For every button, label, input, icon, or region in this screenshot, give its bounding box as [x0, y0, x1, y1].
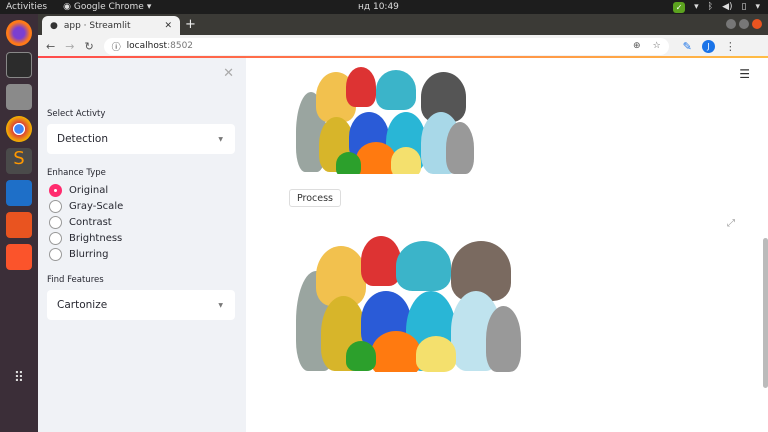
software-icon[interactable] [6, 212, 32, 238]
terminal-icon[interactable] [6, 52, 32, 78]
main-content: ☰ Process ⤢ [246, 58, 768, 432]
process-button[interactable]: Process [289, 189, 341, 207]
sidebar: ✕ Select Activty Detection ▼ Enhance Type… [38, 58, 246, 432]
browser-chrome: ● app · Streamlit ✕ + ← → ↻ ⓘ localhost:8502 ⊕… [38, 14, 768, 57]
select-value: Detection [57, 133, 108, 145]
volume-icon: ◀) [722, 2, 732, 12]
cartonized-image [291, 226, 521, 372]
find-features-dropdown[interactable]: Cartonize ▼ [47, 290, 235, 320]
radio-brightness[interactable]: Brightness [49, 230, 123, 246]
radio-gray-scale[interactable]: Gray-Scale [49, 199, 123, 215]
minimize-button[interactable] [726, 19, 736, 29]
check-icon: ✓ [673, 2, 685, 13]
dock: S ⠿ [0, 14, 38, 432]
tab-app[interactable]: ● app · Streamlit ✕ [42, 16, 180, 36]
maximize-button[interactable] [739, 19, 749, 29]
enhance-type-radio-group: Original Gray-Scale Contrast Brightness … [49, 183, 123, 262]
radio-original[interactable]: Original [49, 183, 123, 199]
extension-icon[interactable]: ✎ [683, 40, 692, 53]
radio-label: Original [69, 185, 108, 196]
system-tray[interactable]: ✓ ▾ ᛒ ◀) ▯ ▾ [673, 2, 760, 13]
apps-grid-icon[interactable]: ⠿ [6, 370, 32, 396]
clock[interactable]: нд 10:49 [358, 2, 399, 12]
select-activity-dropdown[interactable]: Detection ▼ [47, 124, 235, 154]
radio-label: Brightness [69, 233, 122, 244]
tab-title: app · Streamlit [64, 21, 131, 31]
battery-icon: ▯ [742, 2, 747, 12]
radio-button[interactable] [49, 200, 62, 213]
radio-blurring[interactable]: Blurring [49, 246, 123, 262]
url-host: localhost [127, 41, 167, 51]
chevron-down-icon: ▾ [755, 2, 760, 12]
caret-down-icon: ▼ [218, 302, 223, 309]
star-icon[interactable]: ☆ [653, 41, 661, 51]
radio-button[interactable] [49, 216, 62, 229]
address-bar[interactable]: ⓘ localhost:8502 ⊕ ☆ [104, 38, 669, 55]
brave-icon[interactable] [6, 244, 32, 270]
new-tab-button[interactable]: + [185, 17, 196, 32]
os-top-bar: Activities ◉Google Chrome▾ нд 10:49 ✓▾ᛒ◀… [0, 0, 768, 14]
chrome-icon: ◉ [63, 2, 71, 12]
enhance-type-label: Enhance Type [47, 168, 106, 178]
bluetooth-icon: ᛒ [708, 2, 713, 12]
find-features-label: Find Features [47, 275, 104, 285]
close-tab-icon[interactable]: ✕ [164, 21, 172, 31]
radio-button[interactable] [49, 232, 62, 245]
chrome-icon[interactable] [6, 116, 32, 142]
files-icon[interactable] [6, 84, 32, 110]
radio-label: Gray-Scale [69, 201, 123, 212]
streamlit-icon: ● [50, 21, 58, 31]
writer-icon[interactable] [6, 180, 32, 206]
radio-contrast[interactable]: Contrast [49, 215, 123, 231]
zoom-icon[interactable]: ⊕ [633, 41, 641, 51]
caret-down-icon: ▼ [218, 136, 223, 143]
radio-button[interactable] [49, 248, 62, 261]
scrollbar[interactable] [763, 238, 768, 388]
firefox-icon[interactable] [6, 20, 32, 46]
original-image [291, 62, 474, 174]
profile-avatar[interactable]: J [702, 40, 715, 53]
url-port: :8502 [167, 41, 193, 51]
menu-icon[interactable]: ⋮ [725, 40, 736, 53]
fullscreen-icon[interactable]: ⤢ [727, 218, 735, 229]
radio-label: Contrast [69, 217, 112, 228]
app-name: Google Chrome [74, 2, 144, 12]
select-activity-label: Select Activty [47, 109, 105, 119]
close-window-button[interactable] [752, 19, 762, 29]
close-sidebar-icon[interactable]: ✕ [223, 66, 234, 81]
select-value: Cartonize [57, 299, 107, 311]
sublime-icon[interactable]: S [6, 148, 32, 174]
chevron-down-icon: ▾ [147, 2, 152, 12]
app-menu[interactable]: ◉Google Chrome▾ [63, 2, 151, 12]
activities-button[interactable]: Activities [6, 2, 47, 12]
reload-icon[interactable]: ↻ [84, 40, 93, 53]
forward-icon[interactable]: → [65, 40, 74, 53]
radio-button[interactable] [49, 184, 62, 197]
back-icon[interactable]: ← [46, 40, 55, 53]
radio-label: Blurring [69, 249, 109, 260]
wifi-icon: ▾ [694, 2, 699, 12]
hamburger-menu-icon[interactable]: ☰ [739, 67, 750, 81]
info-icon: ⓘ [112, 40, 121, 53]
